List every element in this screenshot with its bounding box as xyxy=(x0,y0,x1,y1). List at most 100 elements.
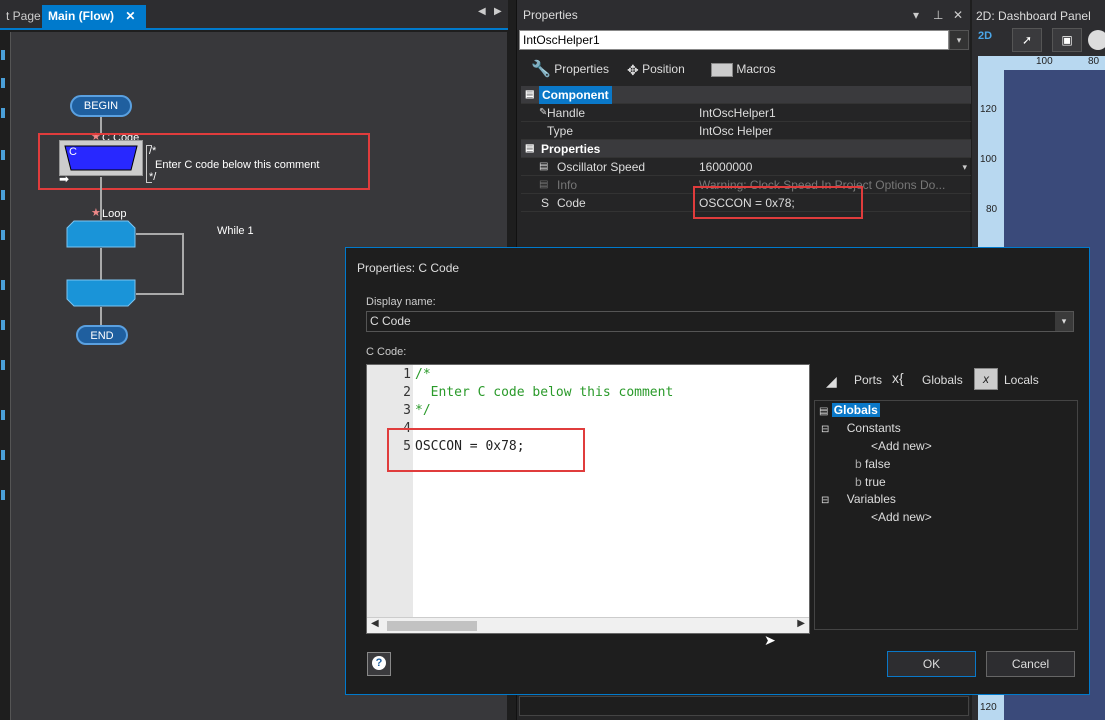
code-value-highlight-box xyxy=(693,186,863,219)
code-line[interactable]: Enter C code below this comment xyxy=(415,385,674,400)
c-code-editor[interactable]: 1 2 3 4 5 /* Enter C code below this com… xyxy=(366,364,810,634)
code-icon: S xyxy=(541,196,550,210)
scroll-right-icon[interactable]: ▶ xyxy=(797,618,805,629)
ccode-properties-dialog: Properties: C Code Display name: C Code … xyxy=(345,247,1090,695)
row-handle-value: IntOscHelper1 xyxy=(699,106,776,120)
pin-icon[interactable]: ⊥ xyxy=(933,0,943,30)
row-type[interactable]: Type IntOsc Helper xyxy=(521,122,971,140)
ccode-highlight-box xyxy=(38,133,370,190)
properties-tab-button[interactable]: 🔧 Properties xyxy=(531,58,609,80)
component-selector[interactable]: IntOscHelper1 xyxy=(519,30,949,50)
dropdown-icon[interactable]: ▾ xyxy=(913,0,919,30)
bool-icon: b xyxy=(855,457,862,471)
display-name-label: Display name: xyxy=(366,296,436,308)
while-label: While 1 xyxy=(217,225,254,237)
macros-tab-button[interactable]: Macros xyxy=(711,58,776,80)
globals-icon: x{ xyxy=(892,370,904,386)
scroll-left-icon[interactable]: ◀ xyxy=(371,618,379,629)
bool-icon: b xyxy=(855,475,862,489)
section-component[interactable]: ▤ Component xyxy=(521,86,971,104)
ruler-tick: 80 xyxy=(1088,56,1100,67)
help-icon: ? xyxy=(372,656,386,670)
tab-locals[interactable]: Locals xyxy=(1004,373,1039,387)
collapse-icon[interactable]: ⊟ xyxy=(821,424,829,435)
line-number: 1 xyxy=(403,367,411,382)
dropdown-icon[interactable]: ▾ xyxy=(1055,312,1073,331)
tab-ports[interactable]: Ports xyxy=(854,373,882,387)
scrollbar-thumb[interactable] xyxy=(387,621,477,631)
section-properties[interactable]: ▤ Properties xyxy=(521,140,971,158)
list-icon: ▤ xyxy=(539,179,549,190)
tab-main-flow[interactable]: Main (Flow) ✕ xyxy=(42,5,146,28)
tree-add-new-constant[interactable]: <Add new> xyxy=(871,439,932,453)
pointer-tool-icon[interactable]: ➚ xyxy=(1012,28,1042,52)
end-node[interactable]: END xyxy=(76,325,128,345)
tree-node-variables[interactable]: ⊟ Variables xyxy=(821,492,896,506)
tree-true-label: true xyxy=(865,475,886,489)
tab-start-page[interactable]: t Page xyxy=(0,5,47,28)
select-tool-icon[interactable]: ▣ xyxy=(1052,28,1082,52)
row-osc-value: 16000000 xyxy=(699,160,753,174)
horizontal-scrollbar[interactable]: ◀ ▶ xyxy=(367,617,809,633)
row-type-value: IntOsc Helper xyxy=(699,124,773,138)
loop-start-node[interactable] xyxy=(66,220,136,248)
cancel-button[interactable]: Cancel xyxy=(986,651,1075,677)
tree-root-globals[interactable]: ▤ Globals xyxy=(819,403,880,417)
left-toolbar-strip xyxy=(0,30,8,720)
section-properties-label: Properties xyxy=(541,142,601,156)
sphere-tool-icon[interactable] xyxy=(1088,30,1105,50)
dropdown-icon[interactable]: ▾ xyxy=(962,158,967,176)
tree-node-constants[interactable]: ⊟ Constants xyxy=(821,421,901,435)
ruler-tick: 120 xyxy=(980,104,997,115)
loop-end-node[interactable] xyxy=(66,279,136,307)
close-icon[interactable]: ✕ xyxy=(953,0,963,30)
tab-globals[interactable]: Globals xyxy=(922,373,963,387)
globals-tree: ▤ Globals ⊟ Constants <Add new> b false … xyxy=(814,400,1078,630)
row-code-name: Code xyxy=(557,196,586,210)
row-handle-name: Handle xyxy=(547,106,586,120)
ruler-tick: 120 xyxy=(980,702,997,713)
code-line[interactable]: */ xyxy=(415,403,431,418)
tab-main-flow-label: Main (Flow) xyxy=(48,9,114,23)
code-line-highlight-box xyxy=(387,428,585,472)
display-name-input[interactable]: C Code ▾ xyxy=(366,311,1074,332)
c-code-label: C Code: xyxy=(366,346,407,358)
dialog-title: Properties: C Code xyxy=(357,261,460,275)
row-info-name: Info xyxy=(557,178,578,192)
help-button[interactable]: ? xyxy=(367,652,391,676)
collapse-icon[interactable]: ⊟ xyxy=(821,495,829,506)
row-oscillator-speed[interactable]: ▤ Oscillator Speed 16000000 ▾ xyxy=(521,158,971,176)
tree-constant-true[interactable]: b true xyxy=(855,475,886,489)
ruler-tick: 80 xyxy=(986,204,998,215)
macros-tab-label: Macros xyxy=(736,62,776,76)
position-tab-label: Position xyxy=(642,62,685,76)
row-handle[interactable]: ✎ Handle IntOscHelper1 xyxy=(521,104,971,122)
ruler-tick: 100 xyxy=(980,154,997,165)
begin-node[interactable]: BEGIN xyxy=(70,95,132,117)
star-icon: ★ xyxy=(91,207,101,219)
component-selector-arrow[interactable]: ▾ xyxy=(949,30,969,50)
tree-root-label: Globals xyxy=(831,403,880,417)
display-name-value: C Code xyxy=(370,314,411,328)
component-selector-value: IntOscHelper1 xyxy=(523,33,600,47)
section-icon: ▤ xyxy=(525,143,535,154)
position-tab-button[interactable]: ✥ Position xyxy=(627,58,685,80)
dashboard-2d-mode[interactable]: 2D xyxy=(978,30,992,42)
properties-description-box xyxy=(519,696,969,716)
section-icon: ▤ xyxy=(819,406,829,417)
symbol-tabs: ◢ Ports x{ Globals x Locals xyxy=(820,364,1078,398)
tree-constant-false[interactable]: b false xyxy=(855,457,890,471)
tab-scroll-left-icon[interactable]: ◀ xyxy=(478,6,486,17)
ruler-top: 100 80 xyxy=(1004,56,1105,70)
close-icon[interactable]: ✕ xyxy=(125,9,135,23)
tab-scroll-right-icon[interactable]: ▶ xyxy=(494,6,502,17)
locals-icon: x xyxy=(974,368,998,390)
section-icon: ▤ xyxy=(525,89,535,100)
ok-button[interactable]: OK xyxy=(887,651,976,677)
row-osc-name: Oscillator Speed xyxy=(557,160,646,174)
tree-add-new-variable[interactable]: <Add new> xyxy=(871,510,932,524)
macros-icon xyxy=(711,62,733,77)
tree-variables-label: Variables xyxy=(846,492,896,506)
code-line[interactable]: /* xyxy=(415,367,431,382)
line-number: 2 xyxy=(403,385,411,400)
